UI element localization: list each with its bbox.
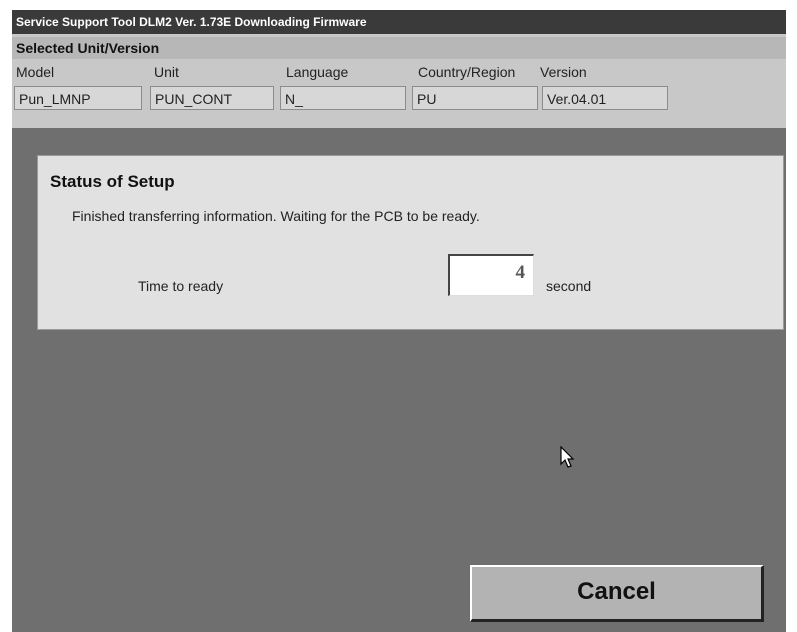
version-value: Ver.04.01 xyxy=(542,86,668,110)
column-label-unit: Unit xyxy=(154,64,179,80)
cancel-button[interactable]: Cancel xyxy=(470,565,764,622)
column-label-version: Version xyxy=(540,64,587,80)
firmware-download-window: Service Support Tool DLM2 Ver. 1.73E Dow… xyxy=(12,10,797,632)
selected-unit-header: Selected Unit/Version xyxy=(12,37,797,59)
model-value: Pun_LMNP xyxy=(14,86,142,110)
country-region-value: PU xyxy=(412,86,538,110)
time-to-ready-value: 4 xyxy=(448,254,534,296)
mouse-pointer-icon xyxy=(560,446,575,468)
language-value: N_ xyxy=(280,86,406,110)
time-unit-label: second xyxy=(546,278,592,294)
screenshot-border xyxy=(786,0,797,632)
window-title: Service Support Tool DLM2 Ver. 1.73E Dow… xyxy=(12,10,797,34)
status-of-setup-panel: Status of Setup Finished transferring in… xyxy=(37,155,784,330)
column-label-country-region: Country/Region xyxy=(418,64,516,80)
status-title: Status of Setup xyxy=(50,172,175,191)
column-label-language: Language xyxy=(286,64,349,80)
unit-value: PUN_CONT xyxy=(150,86,274,110)
time-to-ready-label: Time to ready xyxy=(138,278,224,294)
status-message: Finished transferring information. Waiti… xyxy=(72,208,480,224)
column-label-model: Model xyxy=(16,64,55,80)
selected-unit-panel: Selected Unit/Version Model Unit Languag… xyxy=(12,34,797,128)
